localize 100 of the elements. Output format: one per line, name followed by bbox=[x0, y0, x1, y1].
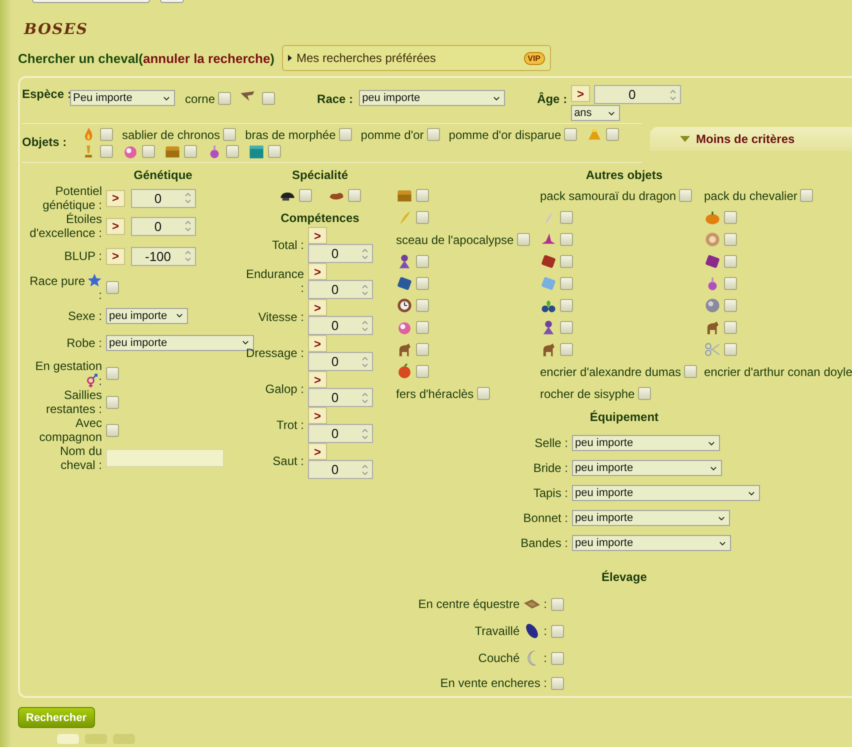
number-field[interactable]: 0 bbox=[308, 388, 373, 407]
field-label: Vitesse : bbox=[257, 310, 304, 324]
number-field[interactable]: 0 bbox=[308, 280, 373, 299]
checkbox[interactable] bbox=[560, 321, 573, 334]
checkbox[interactable] bbox=[560, 255, 573, 268]
operator-button[interactable]: > bbox=[308, 443, 327, 460]
checkbox[interactable] bbox=[551, 598, 564, 610]
operator-button[interactable]: > bbox=[106, 248, 125, 264]
operator-button[interactable]: > bbox=[308, 227, 327, 244]
operator-button[interactable]: > bbox=[106, 218, 125, 234]
operator-button[interactable]: > bbox=[308, 371, 327, 388]
input-field[interactable] bbox=[106, 449, 224, 467]
cancel-link[interactable]: annuler la recherche bbox=[143, 50, 270, 66]
checkbox[interactable] bbox=[560, 343, 573, 356]
checkbox[interactable] bbox=[348, 189, 361, 202]
operator-button[interactable]: > bbox=[308, 299, 327, 316]
pumpkin-icon bbox=[704, 209, 721, 226]
dropdown[interactable]: peu importe bbox=[572, 535, 731, 551]
checkbox[interactable] bbox=[679, 189, 692, 202]
number-field[interactable]: 0 bbox=[594, 85, 682, 104]
criteria-tab[interactable]: Moins de critères bbox=[650, 127, 852, 151]
operator-button[interactable]: > bbox=[308, 407, 327, 424]
checkbox[interactable] bbox=[268, 145, 281, 158]
dropdown[interactable]: peu importe bbox=[572, 460, 722, 476]
checkbox[interactable] bbox=[106, 366, 119, 380]
field-label: Tapis : bbox=[532, 486, 568, 500]
checkbox[interactable] bbox=[416, 189, 429, 202]
checkbox[interactable] bbox=[476, 387, 490, 400]
checkbox[interactable] bbox=[299, 189, 312, 202]
checkbox[interactable] bbox=[100, 145, 113, 158]
spinner-icon bbox=[361, 426, 369, 440]
checkbox[interactable] bbox=[416, 277, 429, 290]
favorites-dropdown[interactable]: Mes recherches préférées VIP bbox=[282, 45, 551, 71]
checkbox[interactable] bbox=[724, 255, 737, 268]
checkbox[interactable] bbox=[106, 280, 119, 294]
checkbox[interactable] bbox=[638, 387, 651, 400]
number-field[interactable]: 0 bbox=[131, 216, 196, 236]
page-button[interactable] bbox=[57, 734, 79, 744]
number-field[interactable]: 0 bbox=[308, 460, 373, 479]
field-label: Couché bbox=[478, 651, 520, 665]
checkbox[interactable] bbox=[551, 676, 564, 690]
checkbox[interactable] bbox=[684, 365, 698, 378]
checkbox[interactable] bbox=[560, 233, 573, 246]
checkbox[interactable] bbox=[560, 211, 573, 224]
checkbox[interactable] bbox=[724, 343, 737, 356]
checkbox[interactable] bbox=[416, 365, 429, 378]
checkbox[interactable] bbox=[560, 277, 573, 290]
checkbox[interactable] bbox=[106, 396, 119, 408]
checkbox[interactable] bbox=[606, 128, 620, 141]
checkbox[interactable] bbox=[100, 128, 113, 141]
checkbox[interactable] bbox=[142, 145, 155, 158]
dropdown[interactable]: peu importe bbox=[572, 485, 760, 501]
dropdown[interactable]: peu importe bbox=[572, 435, 720, 451]
checkbox[interactable] bbox=[560, 299, 573, 312]
checkbox[interactable] bbox=[551, 652, 564, 664]
race-dropdown[interactable]: peu importe bbox=[359, 90, 506, 106]
object-label: bras de morphée bbox=[245, 128, 336, 142]
checkbox[interactable] bbox=[416, 211, 429, 224]
checkbox[interactable] bbox=[724, 321, 737, 334]
checkbox[interactable] bbox=[724, 277, 737, 290]
page-button[interactable] bbox=[113, 734, 135, 744]
unit-dropdown[interactable]: ans bbox=[571, 105, 620, 121]
species-dropdown[interactable]: Peu importe bbox=[70, 90, 175, 106]
checkbox[interactable] bbox=[226, 145, 239, 158]
number-field[interactable]: -100 bbox=[131, 246, 196, 266]
number-field[interactable]: 0 bbox=[308, 244, 373, 263]
checkbox[interactable] bbox=[416, 255, 429, 268]
checkbox[interactable] bbox=[724, 211, 737, 224]
dropdown[interactable]: peu importe bbox=[106, 308, 188, 324]
number-field[interactable]: 0 bbox=[308, 352, 373, 371]
checkbox[interactable] bbox=[338, 128, 352, 141]
operator-button[interactable]: > bbox=[106, 190, 125, 206]
checkbox[interactable] bbox=[416, 321, 429, 334]
number-field[interactable]: 0 bbox=[308, 316, 373, 335]
page-button[interactable] bbox=[85, 734, 107, 744]
checkbox[interactable] bbox=[724, 299, 737, 312]
checkbox[interactable] bbox=[223, 128, 236, 141]
number-field[interactable]: 0 bbox=[308, 424, 373, 443]
number-field[interactable]: 0 bbox=[131, 188, 196, 208]
checkbox[interactable] bbox=[724, 233, 737, 246]
checkbox[interactable] bbox=[564, 128, 578, 141]
dropdown[interactable]: peu importe bbox=[572, 510, 730, 526]
checkbox[interactable] bbox=[262, 92, 276, 105]
button[interactable] bbox=[160, 0, 184, 3]
checkbox[interactable] bbox=[184, 145, 197, 158]
checkbox[interactable] bbox=[800, 189, 814, 202]
checkbox[interactable] bbox=[551, 624, 564, 638]
button[interactable] bbox=[32, 0, 150, 3]
operator-button[interactable]: > bbox=[571, 85, 590, 102]
horn-label: corne bbox=[185, 92, 216, 106]
operator-button[interactable]: > bbox=[308, 263, 327, 280]
field-label: Bride : bbox=[532, 461, 568, 475]
checkbox[interactable] bbox=[516, 233, 530, 246]
checkbox[interactable] bbox=[416, 343, 429, 356]
checkbox[interactable] bbox=[106, 424, 119, 436]
operator-button[interactable]: > bbox=[308, 335, 327, 352]
checkbox[interactable] bbox=[218, 92, 232, 105]
checkbox[interactable] bbox=[416, 299, 429, 312]
field-label: Sexe : bbox=[66, 308, 102, 322]
checkbox[interactable] bbox=[426, 128, 440, 141]
